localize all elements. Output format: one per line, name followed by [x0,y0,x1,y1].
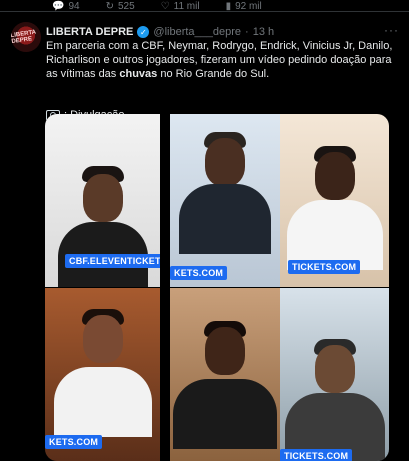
video-tile-3: TICKETS.COM [280,114,389,287]
timestamp[interactable]: 13 h [253,26,274,38]
heart-icon: ♡ [160,0,170,12]
author-handle[interactable]: @liberta___depre [153,26,241,38]
more-options-icon[interactable]: ··· [384,23,399,37]
player-body [179,184,271,254]
player-head [205,327,245,375]
tickets-overlay-4: KETS.COM [45,435,103,449]
views-count: 92 mil [235,0,262,12]
reply-count: 94 [68,0,80,12]
video-media[interactable]: CBF.ELEVENTICKETS.COM KETS.COM TICKETS.C… [45,114,389,461]
video-tile-4: KETS.COM [45,287,160,461]
video-tile-2: KETS.COM [170,114,280,287]
reply-icon: 💬 [52,0,65,12]
tweet-text-bold: chuvas [119,68,158,81]
player-head [314,152,355,200]
tickets-overlay-6: TICKETS.COM [280,449,353,461]
tickets-overlay-2: KETS.COM [170,266,228,280]
video-tile-1: CBF.ELEVENTICKETS.COM [45,114,160,287]
player-head [205,138,245,186]
player-body [53,367,152,437]
separator-dot: · [245,26,249,38]
player-head [82,174,123,222]
views-icon: ▮ [225,0,232,12]
tweet-actions-bar: 💬 94 ↻ 525 ♡ 11 mil ▮ 92 mil [0,0,409,12]
repost-metric[interactable]: ↻ 525 [106,1,135,12]
player-head [82,315,123,363]
video-tile-6: TICKETS.COM [280,287,389,461]
avatar[interactable]: LIBERTA DEPRE [11,22,41,52]
grid-gap-middle [45,287,389,288]
tweet-text-part2: no Rio Grande do Sul. [157,68,270,81]
tickets-overlay-1: CBF.ELEVENTICKETS.COM [65,254,160,268]
tweet-text: Em parceria com a CBF, Neymar, Rodrygo, … [46,39,400,82]
avatar-text: LIBERTA DEPRE [11,29,37,46]
repost-icon: ↻ [105,0,114,12]
tweet-header: LIBERTA DEPRE ✓ @liberta___depre · 13 h … [46,23,399,39]
tickets-overlay-3: TICKETS.COM [288,260,361,274]
top-divider [0,11,409,12]
like-count: 11 mil [173,0,200,12]
repost-count: 525 [117,0,135,12]
verified-badge-icon: ✓ [137,26,150,38]
author-name[interactable]: LIBERTA DEPRE [46,26,133,38]
like-metric[interactable]: ♡ 11 mil [161,1,200,12]
reply-metric[interactable]: 💬 94 [52,1,80,12]
player-head [314,345,355,393]
video-tile-5 [170,287,280,461]
views-metric[interactable]: ▮ 92 mil [226,1,262,12]
player-body [173,379,277,449]
